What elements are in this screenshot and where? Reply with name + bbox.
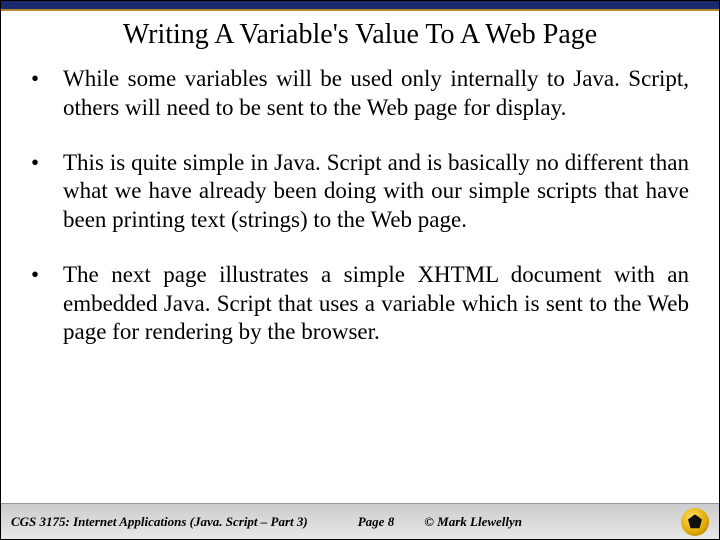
content-area: • While some variables will be used only… (1, 65, 719, 503)
bullet-item: • While some variables will be used only… (31, 65, 689, 123)
footer-bar: CGS 3175: Internet Applications (Java. S… (1, 503, 719, 539)
top-accent-bar (1, 1, 719, 11)
bullet-marker: • (31, 65, 63, 123)
bullet-item: • The next page illustrates a simple XHT… (31, 261, 689, 347)
bullet-marker: • (31, 149, 63, 235)
bullet-text: This is quite simple in Java. Script and… (63, 149, 689, 235)
footer-author: © Mark Llewellyn (424, 514, 522, 530)
bullet-text: While some variables will be used only i… (63, 65, 689, 123)
bullet-item: • This is quite simple in Java. Script a… (31, 149, 689, 235)
footer-course: CGS 3175: Internet Applications (Java. S… (11, 514, 308, 530)
slide-title: Writing A Variable's Value To A Web Page (1, 11, 719, 65)
ucf-logo-icon (681, 508, 709, 536)
slide: Writing A Variable's Value To A Web Page… (0, 0, 720, 540)
footer-page: Page 8 (358, 514, 394, 530)
bullet-text: The next page illustrates a simple XHTML… (63, 261, 689, 347)
bullet-marker: • (31, 261, 63, 347)
